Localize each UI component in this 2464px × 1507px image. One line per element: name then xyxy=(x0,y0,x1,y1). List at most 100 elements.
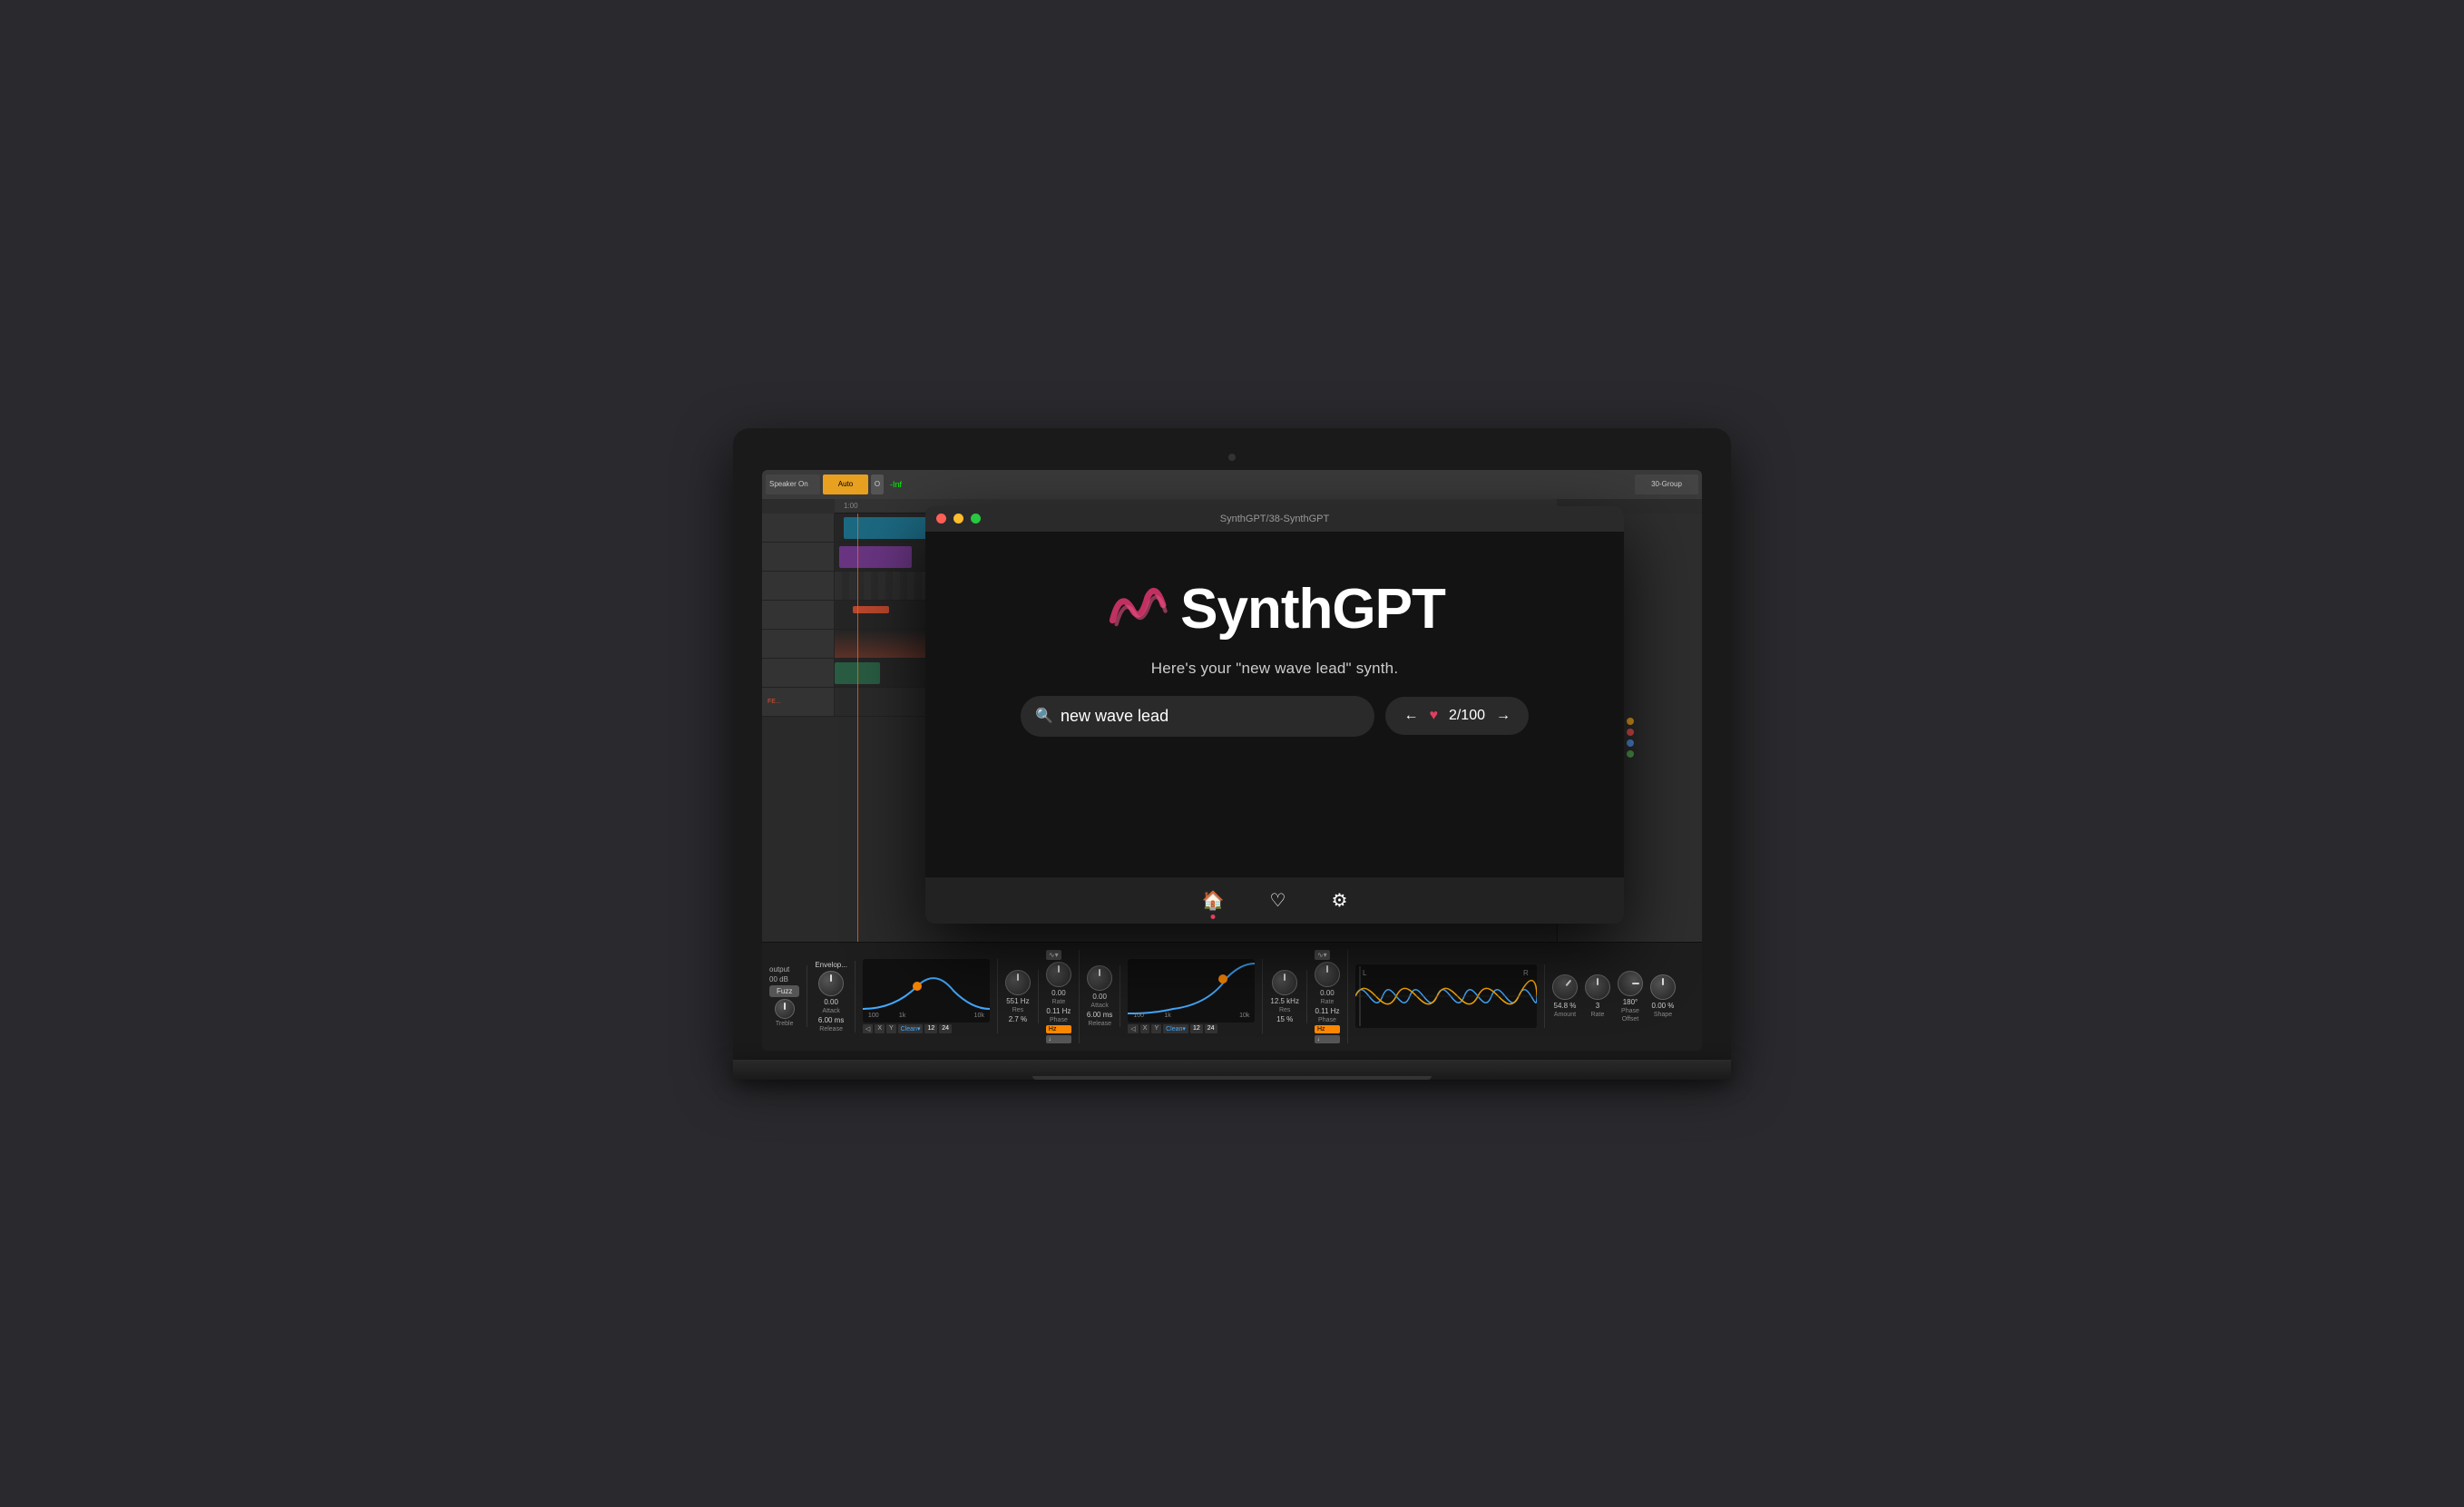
phase-section: 180° Phase Offset xyxy=(1618,971,1643,1023)
res-2-section: 12.5 kHz Res 15 % xyxy=(1270,970,1299,1023)
sync-btn-1[interactable]: ♩ xyxy=(1046,1035,1071,1043)
attack-value-1: 0.00 xyxy=(824,998,838,1006)
track-label-2 xyxy=(762,543,835,571)
amount-knob[interactable] xyxy=(1547,969,1582,1004)
prev-button[interactable]: ← xyxy=(1403,708,1418,724)
dot-o xyxy=(1627,718,1634,725)
lfo-type-2: ∿▾ xyxy=(1315,950,1340,960)
phase-label: Phase xyxy=(1621,1008,1639,1014)
rate-knob-1[interactable] xyxy=(1046,962,1071,987)
eq2-btn-4[interactable]: Clean▾ xyxy=(1163,1024,1188,1033)
eq-btn-3[interactable]: Y xyxy=(886,1024,896,1033)
res-label-1: Res xyxy=(1012,1007,1023,1013)
plugin-titlebar: SynthGPT/38-SynthGPT xyxy=(925,506,1624,532)
release-label-1: Release xyxy=(819,1026,843,1032)
eq2-btn-3[interactable]: Y xyxy=(1151,1024,1161,1033)
maximize-button[interactable] xyxy=(971,514,981,524)
lfo-shape-btn-2[interactable]: ∿▾ xyxy=(1315,950,1330,960)
rate-final-value: 3 xyxy=(1596,1002,1599,1010)
lfo-type-1: ∿▾ xyxy=(1046,950,1071,960)
daw-topbar: Speaker On Auto O -Inf 30-Group xyxy=(762,470,1702,499)
res-knob-2[interactable] xyxy=(1272,970,1297,995)
eq-bottom-buttons-1: ◁ X Y Clean▾ 12 24 xyxy=(863,1024,990,1033)
release-label-2: Release xyxy=(1088,1021,1111,1027)
track-label-1 xyxy=(762,514,835,542)
daw-clip xyxy=(839,546,912,568)
eq-display-1: 100 1k 10k ◁ X Y Clean▾ 12 24 xyxy=(863,959,998,1033)
rate-sub-2: 0.11 Hz xyxy=(1315,1007,1339,1015)
rate-knob-2[interactable] xyxy=(1315,962,1340,987)
track-label-7: FE... xyxy=(762,688,835,716)
eq2-btn-1[interactable]: ◁ xyxy=(1128,1024,1138,1033)
shape-label: Shape xyxy=(1654,1012,1672,1018)
phase-knob[interactable] xyxy=(1618,971,1643,996)
res-value-2: 12.5 kHz xyxy=(1270,997,1299,1005)
plugin-logo-row: SynthGPT xyxy=(1104,577,1445,641)
attack-label-2: Attack xyxy=(1090,1003,1108,1009)
amount-value: 54.8 % xyxy=(1554,1002,1577,1010)
eq-btn-1[interactable]: ◁ xyxy=(863,1024,873,1033)
rate-label-2: Rate xyxy=(1321,999,1335,1005)
amount-section: 54.8 % Amount xyxy=(1552,974,1578,1018)
eq-btn-6[interactable]: 24 xyxy=(939,1024,952,1033)
plugin-subtitle: Here's your "new wave lead" synth. xyxy=(1151,660,1399,678)
next-button[interactable]: → xyxy=(1496,708,1511,724)
settings-nav-button[interactable]: ⚙ xyxy=(1331,889,1347,912)
eq2-btn-6[interactable]: 24 xyxy=(1205,1024,1217,1033)
fuzz-button[interactable]: Fuzz xyxy=(769,985,799,997)
rate-2-section: 0.00 Rate 0.11 Hz Phase xyxy=(1315,962,1340,1023)
plugin-search-row: 🔍 ← ♥ 2/100 → xyxy=(1021,696,1529,737)
search-wrapper: 🔍 xyxy=(1021,696,1374,737)
shape-knob[interactable] xyxy=(1650,974,1676,1000)
output-label: output xyxy=(769,965,799,974)
eq-btn-2[interactable]: X xyxy=(875,1024,885,1033)
res-sub-1: 2.7 % xyxy=(1009,1015,1027,1023)
hz-badge-1: Hz xyxy=(1046,1025,1071,1033)
treble-label: Treble xyxy=(776,1021,794,1027)
group-control[interactable]: 30-Group xyxy=(1635,475,1698,494)
auto-control[interactable]: Auto xyxy=(823,475,868,494)
eq-svg-2 xyxy=(1128,959,1255,1023)
plugin-window: SynthGPT/38-SynthGPT SynthGPT Her xyxy=(925,506,1624,924)
attack-knob-1[interactable] xyxy=(818,971,844,996)
eq-btn-5[interactable]: 12 xyxy=(924,1024,937,1033)
search-input[interactable] xyxy=(1021,696,1374,737)
rate-final-section: 3 Rate xyxy=(1585,974,1610,1018)
shape-value: 0.00 % xyxy=(1652,1002,1675,1010)
plugin-bottombar: 🏠 ♡ ⚙ xyxy=(925,876,1624,924)
eq2-btn-2[interactable]: X xyxy=(1140,1024,1150,1033)
treble-knob[interactable] xyxy=(775,999,795,1019)
eq-bottom-buttons-2: ◁ X Y Clean▾ 12 24 xyxy=(1128,1024,1255,1033)
speaker-control[interactable]: Speaker On xyxy=(766,475,820,494)
shape-section: 0.00 % Shape xyxy=(1650,974,1676,1018)
res-1-section: 551 Hz Res 2.7 % xyxy=(1005,970,1031,1023)
treble-knob-section: Treble xyxy=(769,999,799,1027)
close-button[interactable] xyxy=(936,514,946,524)
attack-knob-2[interactable] xyxy=(1087,965,1112,991)
res-knob-1[interactable] xyxy=(1005,970,1031,995)
sync-btn-2[interactable]: ♩ xyxy=(1315,1035,1340,1043)
nav-pill: ← ♥ 2/100 → xyxy=(1385,697,1529,735)
svg-text:R: R xyxy=(1523,969,1529,977)
lfo-shape-btn-1[interactable]: ∿▾ xyxy=(1046,950,1061,960)
favorites-nav-button[interactable]: ♡ xyxy=(1270,889,1286,912)
track-label-5 xyxy=(762,630,835,658)
rate-final-knob[interactable] xyxy=(1585,974,1610,1000)
phase-value: 180° xyxy=(1623,998,1638,1006)
rate-value-1: 0.00 xyxy=(1051,989,1066,997)
home-nav-button[interactable]: 🏠 xyxy=(1202,889,1225,912)
eq2-btn-5[interactable]: 12 xyxy=(1190,1024,1203,1033)
rate-value-2: 0.00 xyxy=(1320,989,1335,997)
track-label-3 xyxy=(762,572,835,600)
envelope-label-1: Envelop... xyxy=(815,961,847,969)
minimize-button[interactable] xyxy=(953,514,963,524)
laptop-base xyxy=(733,1060,1731,1080)
rate-sublabel-2: Phase xyxy=(1318,1017,1336,1023)
dot-n xyxy=(1627,739,1634,747)
rate-1-section: 0.00 Rate 0.11 Hz Phase xyxy=(1046,962,1071,1023)
eq-btn-4[interactable]: Clean▾ xyxy=(898,1024,924,1033)
osc-svg: L R xyxy=(1355,964,1537,1028)
off-toggle[interactable]: O xyxy=(871,475,884,494)
attack-value-2: 0.00 xyxy=(1092,993,1107,1001)
output-section: output 00 dB Fuzz Treble xyxy=(769,965,807,1027)
